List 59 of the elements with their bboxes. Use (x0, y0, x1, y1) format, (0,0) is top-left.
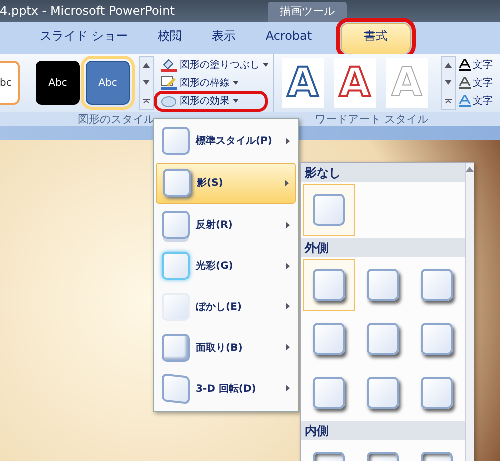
submenu-arrow-icon (286, 222, 290, 229)
square-shape-icon (162, 127, 190, 156)
scroll-up-icon[interactable] (143, 63, 150, 68)
menu-item[interactable]: 影(S) (156, 162, 296, 204)
menu-item[interactable]: 3-D 回転(D) (156, 369, 296, 408)
ribbon-tab[interactable]: 表示 (196, 26, 251, 54)
scroll-down-icon[interactable] (143, 80, 150, 85)
shape-effect-icon (161, 94, 177, 108)
menu-item[interactable]: 反射(R) (156, 206, 296, 245)
menu-item[interactable]: 標準スタイル(P) (156, 122, 296, 161)
ribbon-command[interactable]: 図形の効果 (157, 94, 265, 108)
submenu-arrow-icon (286, 138, 290, 145)
shape-style-swatch[interactable]: bc (0, 61, 20, 105)
shadow-option[interactable] (303, 259, 355, 311)
scroll-up-icon[interactable] (445, 63, 452, 68)
shadow-option[interactable] (303, 184, 355, 236)
group-label: ワードアート スタイル (315, 112, 428, 126)
text-style-icon (459, 59, 471, 71)
text-style-icon (459, 77, 471, 89)
pencil-icon (161, 76, 177, 90)
ribbon-command[interactable]: 文字 (459, 94, 493, 108)
expand-gallery-icon[interactable] (445, 97, 452, 103)
wordart-style-swatch[interactable]: A (282, 58, 324, 108)
context-tab-label: 描画ツール (268, 2, 347, 22)
text-style-icon (459, 95, 471, 107)
square-shape-icon (162, 252, 190, 280)
scroll-down-icon[interactable] (445, 80, 452, 85)
menu-item[interactable]: 光彩(G) (156, 246, 296, 286)
paint-bucket-icon (161, 58, 177, 72)
submenu-arrow-icon (285, 180, 289, 187)
square-shape-icon (162, 292, 190, 321)
section-heading: 影なし (301, 163, 465, 182)
wordart-style-swatch[interactable]: A (334, 58, 376, 108)
submenu-arrow-icon (286, 385, 290, 392)
section-heading: 外側 (301, 238, 465, 257)
shape-style-swatch[interactable]: Abc (36, 61, 80, 105)
square-shape-icon (163, 169, 191, 198)
ribbon-command[interactable]: 文字 (459, 58, 493, 72)
ribbon-tab[interactable]: スライド ショー (25, 26, 143, 54)
submenu-arrow-icon (286, 262, 290, 270)
ribbon-tab[interactable]: 校閲 (142, 26, 197, 54)
caret-icon (233, 99, 239, 103)
ribbon-command[interactable]: 文字 (459, 76, 493, 90)
caret-icon (263, 63, 269, 67)
menu-item[interactable]: ぼかし(E) (156, 287, 296, 326)
section-heading: 内側 (301, 421, 465, 440)
square-shape-icon (162, 334, 190, 362)
menu-item[interactable]: 面取り(B) (156, 328, 296, 368)
scroll-up-icon[interactable] (466, 167, 474, 172)
submenu-arrow-icon (286, 344, 290, 352)
square-shape-icon (162, 373, 190, 404)
submenu-arrow-icon (286, 303, 290, 310)
square-shape-icon (162, 211, 190, 240)
expand-gallery-icon[interactable] (143, 97, 150, 103)
ribbon-command[interactable]: 図形の塗りつぶし (157, 58, 273, 72)
ribbon-tab[interactable]: Acrobat (250, 26, 328, 54)
caret-icon (233, 81, 239, 85)
ribbon-command[interactable]: 図形の枠線 (157, 76, 273, 90)
window-title: 4.pptx - Microsoft PowerPoint (0, 4, 176, 20)
